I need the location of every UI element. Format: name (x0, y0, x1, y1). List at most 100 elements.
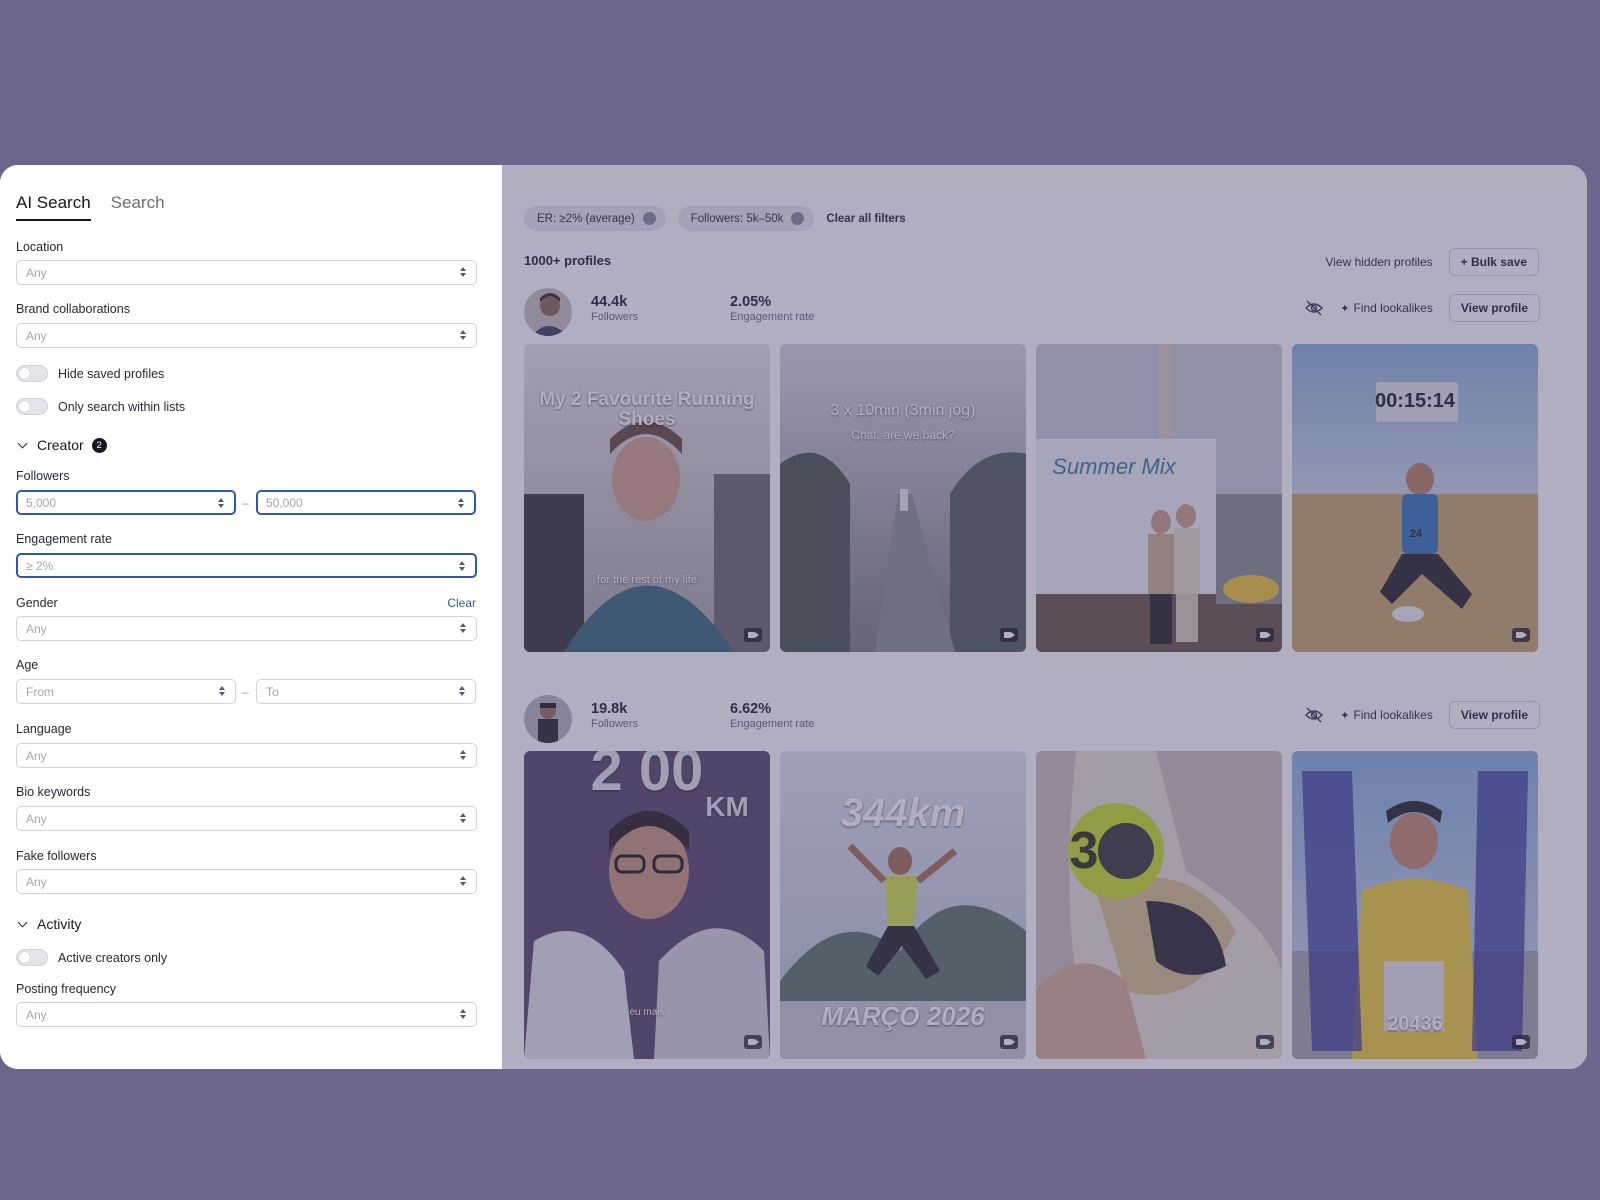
results-actions: View hidden profiles + Bulk save (1325, 248, 1539, 276)
active-filter-chips: ER: ≥2% (average) Followers: 5k–50k Clea… (524, 206, 906, 231)
remove-chip-icon[interactable] (791, 212, 805, 225)
bulk-save-button[interactable]: + Bulk save (1448, 248, 1539, 276)
age-label: Age (16, 658, 39, 672)
tab-search[interactable]: Search (111, 193, 165, 221)
post-caption: for the rest of my life (597, 574, 697, 586)
post-thumbnail[interactable]: 2 00 KM eu mais (524, 751, 770, 1059)
activity-section-header[interactable]: Activity (16, 916, 81, 932)
eye-off-icon[interactable] (1304, 298, 1324, 318)
followers-stat-label: Followers (591, 311, 639, 323)
tab-ai-search[interactable]: AI Search (16, 193, 91, 221)
post-caption: KM (705, 791, 749, 822)
view-profile-button[interactable]: View profile (1448, 294, 1540, 322)
find-lookalikes-button[interactable]: ✦ Find lookalikes (1340, 708, 1433, 722)
post-caption: Chat, are we back? (851, 428, 955, 442)
brand-collaborations-select[interactable]: Any (16, 323, 477, 348)
engagement-rate-label: Engagement rate (16, 532, 112, 546)
only-lists-toggle[interactable] (16, 398, 48, 415)
followers-value: 19.8k (591, 701, 628, 717)
results-pane: ER: ≥2% (average) Followers: 5k–50k Clea… (502, 165, 1587, 1069)
followers-label: Followers (16, 469, 70, 483)
view-hidden-profiles-link[interactable]: View hidden profiles (1325, 255, 1432, 269)
avatar[interactable] (524, 288, 572, 336)
post-thumbnail[interactable]: Summer Mix (1036, 344, 1282, 652)
filter-panel: AI Search Search Location Any Brand coll… (0, 165, 502, 1069)
gender-select[interactable]: Any (16, 616, 477, 641)
followers-value: 44.4k (591, 294, 628, 310)
age-to-value: To (266, 685, 279, 699)
creator-filter-count-badge: 2 (91, 437, 107, 453)
select-arrows-icon (460, 266, 467, 278)
video-icon (744, 1035, 762, 1049)
fake-followers-select[interactable]: Any (16, 869, 477, 894)
brand-collaborations-label: Brand collaborations (16, 302, 130, 316)
posting-frequency-select[interactable]: Any (16, 1002, 477, 1027)
post-thumbnail[interactable]: 344km MARÇO 2026 (780, 751, 1026, 1059)
language-label: Language (16, 722, 72, 736)
eye-off-icon[interactable] (1304, 705, 1324, 725)
active-only-toggle[interactable] (16, 949, 48, 966)
gender-label: Gender (16, 596, 58, 610)
age-from-select[interactable]: From (16, 679, 236, 704)
remove-chip-icon[interactable] (642, 212, 656, 225)
only-lists-row: Only search within lists (16, 398, 185, 415)
post-thumbnail[interactable]: 3 x 10min (3min jog) Chat, are we back? (780, 344, 1026, 652)
engagement-rate-value: ≥ 2% (26, 559, 54, 573)
post-thumbnail[interactable]: My 2 Favourite Running Shoes for the res… (524, 344, 770, 652)
hide-saved-toggle[interactable] (16, 365, 48, 382)
filter-chip-er[interactable]: ER: ≥2% (average) (524, 206, 666, 231)
select-arrows-icon (460, 1008, 467, 1020)
avatar[interactable] (524, 695, 572, 743)
post-title: 00:15:14 (1374, 390, 1456, 412)
engagement-stat-label: Engagement rate (730, 718, 815, 730)
select-arrows-icon (460, 329, 467, 341)
post-title: 3 x 10min (3min jog) (830, 402, 976, 419)
age-to-select[interactable]: To (256, 679, 476, 704)
creator-section-header[interactable]: Creator 2 (16, 437, 107, 453)
post-thumbnails: My 2 Favourite Running Shoes for the res… (524, 344, 1538, 652)
range-separator: – (242, 685, 249, 699)
post-thumbnails: 2 00 KM eu mais 344km MARÇO 2026 3 20436 (524, 751, 1538, 1059)
video-icon (744, 628, 762, 642)
bio-keywords-label: Bio keywords (16, 785, 91, 799)
engagement-stat: 2.05% Engagement rate (730, 294, 814, 323)
find-lookalikes-button[interactable]: ✦ Find lookalikes (1340, 301, 1433, 315)
bio-keywords-select[interactable]: Any (16, 806, 477, 831)
fake-followers-label: Fake followers (16, 849, 97, 863)
followers-max-input[interactable]: 50,000 (256, 490, 476, 515)
select-arrows-icon (219, 685, 226, 697)
post-title: 3 (1069, 822, 1099, 880)
gender-value: Any (26, 622, 47, 636)
location-select[interactable]: Any (16, 260, 477, 285)
post-thumbnail[interactable]: 3 (1036, 751, 1282, 1059)
language-select[interactable]: Any (16, 743, 477, 768)
stepper-arrows-icon (218, 497, 225, 509)
hide-saved-row: Hide saved profiles (16, 365, 164, 382)
hide-saved-label: Hide saved profiles (58, 366, 165, 381)
post-title: 20436 (1387, 1013, 1443, 1035)
followers-min-input[interactable]: 5,000 (16, 490, 236, 515)
engagement-value: 6.62% (730, 701, 772, 717)
gender-clear-link[interactable]: Clear (447, 596, 476, 610)
posting-frequency-label: Posting frequency (16, 982, 117, 996)
engagement-rate-select[interactable]: ≥ 2% (16, 553, 477, 578)
sparkle-icon: ✦ (1340, 710, 1350, 722)
post-title: Summer Mix (1052, 454, 1176, 479)
select-arrows-icon (460, 875, 467, 887)
video-icon (1512, 1035, 1530, 1049)
followers-min-value: 5,000 (26, 496, 57, 510)
creator-actions: ✦ Find lookalikes View profile (1304, 701, 1540, 729)
clear-all-filters-link[interactable]: Clear all filters (826, 213, 905, 225)
video-icon (1512, 628, 1530, 642)
filter-chip-followers[interactable]: Followers: 5k–50k (677, 206, 815, 231)
creator-section-title: Creator (37, 437, 84, 453)
video-icon (1256, 1035, 1274, 1049)
post-thumbnail[interactable]: 20436 (1292, 751, 1538, 1059)
video-icon (1256, 628, 1274, 642)
engagement-stat: 6.62% Engagement rate (730, 701, 814, 730)
select-arrows-icon (460, 812, 467, 824)
select-arrows-icon (459, 560, 466, 572)
view-profile-button[interactable]: View profile (1448, 701, 1540, 729)
post-thumbnail[interactable]: 00:15:14 24 (1292, 344, 1538, 652)
active-only-label: Active creators only (58, 950, 168, 965)
